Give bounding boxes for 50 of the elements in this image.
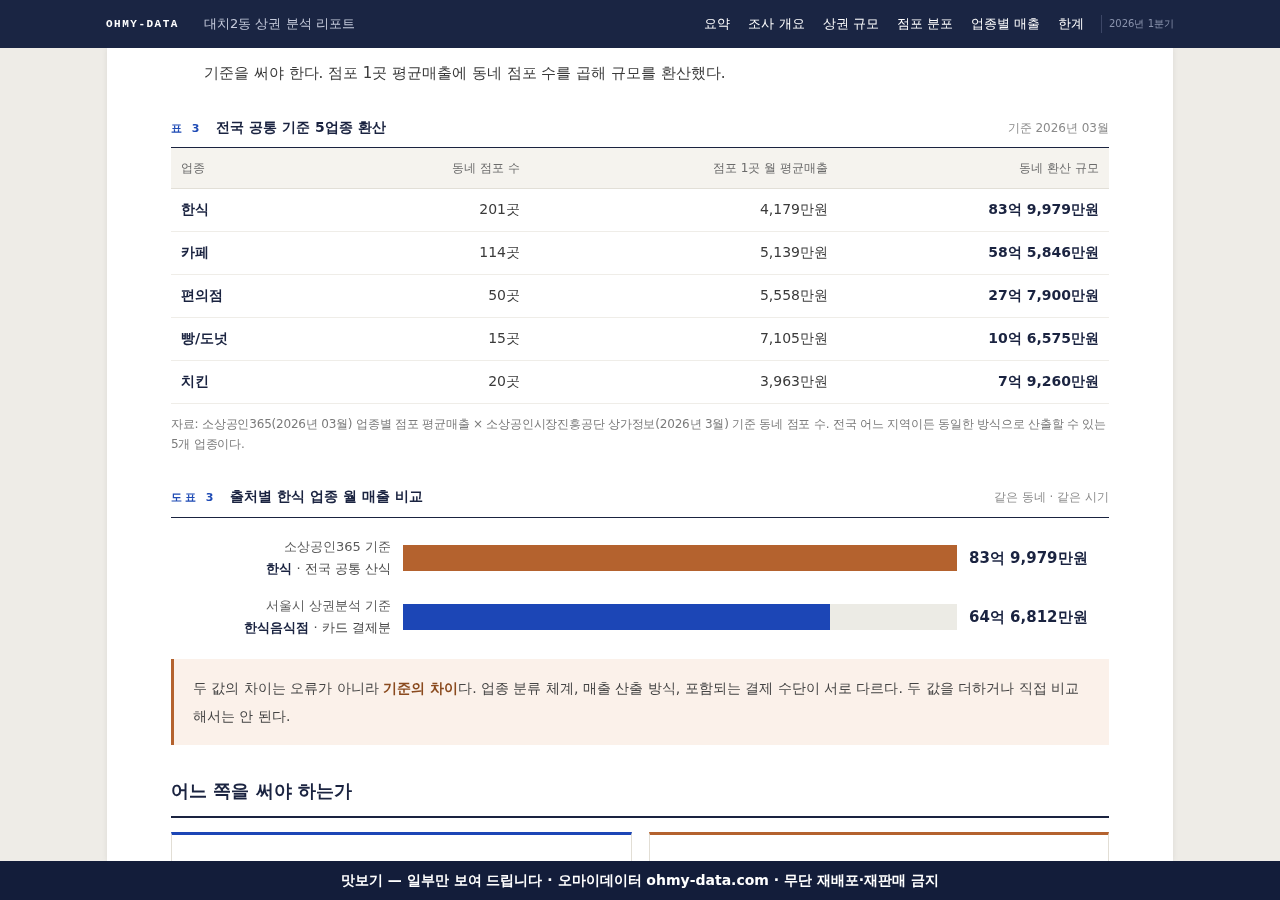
table-cell: 201곳 bbox=[301, 188, 530, 232]
table-cell: 7,105만원 bbox=[530, 317, 838, 361]
table-number: 표 3 bbox=[171, 120, 203, 136]
table-cell: 5,139만원 bbox=[530, 231, 838, 275]
scope-label: 한식 · 전국 공통 산식 bbox=[266, 560, 391, 578]
nav-link[interactable]: 요약 bbox=[704, 15, 731, 33]
table-cell: 편의점 bbox=[171, 274, 301, 318]
table-cell: 카페 bbox=[171, 231, 301, 275]
table-cell: 114곳 bbox=[301, 231, 530, 275]
nav-link[interactable]: 한계 bbox=[1058, 15, 1084, 33]
table-cell: 7억 9,260만원 bbox=[838, 360, 1109, 404]
table-cell: 3,963만원 bbox=[530, 360, 838, 404]
column-header: 업종 bbox=[171, 147, 301, 189]
nav-link[interactable]: 상권 규모 bbox=[822, 15, 879, 33]
scope-label: 한식음식점 · 카드 결제분 bbox=[244, 619, 391, 637]
column-header: 점포 1곳 월 평균매출 bbox=[530, 147, 838, 189]
column-header: 동네 환산 규모 bbox=[838, 147, 1109, 189]
table-cell: 83억 9,979만원 bbox=[838, 188, 1109, 232]
table-title: 전국 공통 기준 5업종 환산 bbox=[216, 119, 386, 137]
brand-name[interactable]: OHMY-DATA bbox=[106, 18, 204, 30]
table-date: 기준 2026년 03월 bbox=[1007, 119, 1109, 137]
figure-context: 같은 동네 · 같은 시기 bbox=[993, 488, 1109, 506]
nav-link[interactable]: 업종별 매출 bbox=[970, 15, 1040, 33]
nav-link[interactable]: 조사 개요 bbox=[748, 15, 805, 33]
table-cell: 20곳 bbox=[301, 360, 530, 404]
table-cell: 50곳 bbox=[301, 274, 530, 318]
table-cell: 15곳 bbox=[301, 317, 530, 361]
notice-banner: 맛보기 — 일부만 보여 드립니다 · 오마이데이터 ohmy-data.com · 무단 재배포·재판매 금지 bbox=[0, 861, 1280, 900]
table-cell: 58억 5,846만원 bbox=[838, 231, 1109, 275]
report-title: 대치2동 상권 분석 리포트 bbox=[204, 15, 355, 33]
section-heading: 어느 쪽을 써야 하는가 bbox=[171, 779, 353, 803]
table-cell: 27억 7,900만원 bbox=[838, 274, 1109, 318]
body-text: 기준을 써야 한다. 점포 1곳 평균매출에 동네 점포 수를 곱해 규모를 환산했다. bbox=[203, 63, 727, 84]
source-label: 서울시 상권분석 기준 bbox=[265, 597, 391, 615]
table-cell: 5,558만원 bbox=[530, 274, 838, 318]
table-cell: 10억 6,575만원 bbox=[838, 317, 1109, 361]
table-cell: 빵/도넛 bbox=[171, 317, 301, 361]
period-label: 2026년 1분기 bbox=[1101, 15, 1174, 33]
callout-text: 두 값의 차이는 오류가 아니라 기준의 차이다. 업종 분류 체계, 매출 산출 방식, 포함되는 결제 수단이 서로 다르다. 두 값을 더하거나 직접 비교해서는 안 된다. bbox=[193, 679, 1081, 726]
figure-number: 도표 3 bbox=[171, 489, 217, 505]
figure-title: 출처별 한식 업종 월 매출 비교 bbox=[230, 488, 423, 506]
table-cell: 4,179만원 bbox=[530, 188, 838, 232]
table-cell: 치킨 bbox=[171, 360, 301, 404]
source-note: 자료: 소상공인365(2026년 03월) 업종별 점포 평균매출 × 소상공인시장진흥공단 상가정보(2026년 3월) 기준 동네 점포 수. 전국 어느 지역이든 동일한 방식으로 산출할 수 있는 5개 업종이다. bbox=[171, 416, 1108, 453]
sales-value: 64억 6,812만원 bbox=[969, 607, 1088, 627]
table-cell: 한식 bbox=[171, 188, 301, 232]
nav-link[interactable]: 점포 분포 bbox=[896, 15, 953, 33]
source-label: 소상공인365 기준 bbox=[284, 538, 391, 556]
sales-value: 83억 9,979만원 bbox=[969, 548, 1088, 568]
column-header: 동네 점포 수 bbox=[301, 147, 530, 189]
